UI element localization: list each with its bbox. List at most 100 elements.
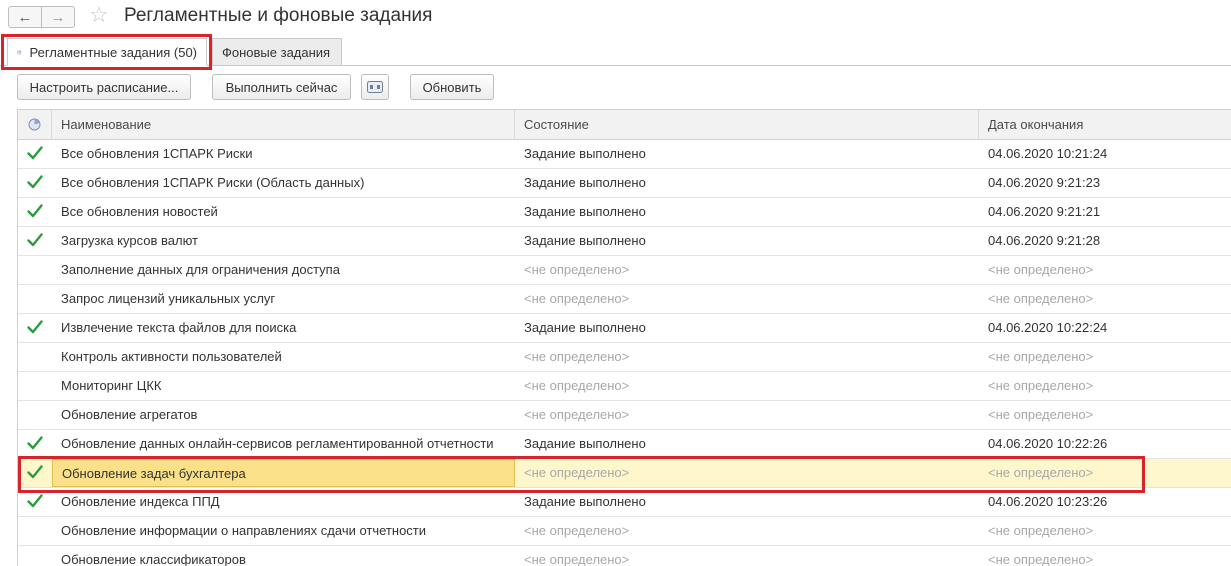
row-state-cell[interactable]: Задание выполнено — [515, 314, 979, 342]
row-state-cell[interactable]: <не определено> — [515, 401, 979, 429]
row-status-cell — [18, 401, 52, 429]
tab-label: Фоновые задания — [222, 44, 331, 60]
row-state-cell[interactable]: Задание выполнено — [515, 227, 979, 255]
table-row[interactable]: Запрос лицензий уникальных услуг <не опре… — [18, 285, 1231, 314]
star-icon[interactable]: ☆ — [89, 4, 109, 26]
header-end-date[interactable]: Дата окончания — [979, 110, 1231, 140]
row-status-cell — [18, 285, 52, 313]
header-status-column[interactable] — [18, 110, 52, 140]
row-name-cell[interactable]: Все обновления 1СПАРК Риски (Область дан… — [52, 169, 515, 197]
row-status-cell — [18, 517, 52, 545]
row-state-cell[interactable]: <не определено> — [515, 256, 979, 284]
header-state[interactable]: Состояние — [515, 110, 979, 140]
row-state-cell[interactable]: <не определено> — [515, 285, 979, 313]
row-name-cell[interactable]: Контроль активности пользователей — [52, 343, 515, 371]
clock-globe-icon — [17, 49, 22, 55]
row-end-date-cell[interactable]: 04.06.2020 10:21:24 — [979, 140, 1231, 168]
row-name-cell[interactable]: Обновление информации о направлениях сда… — [52, 517, 515, 545]
row-name-cell[interactable]: Обновление данных онлайн-сервисов реглам… — [52, 430, 515, 458]
checkmark-icon — [27, 204, 43, 218]
table-row[interactable]: Все обновления новостей Задание выполнено… — [18, 198, 1231, 227]
arrow-right-icon: → — [50, 8, 66, 26]
row-status-cell — [18, 459, 52, 487]
row-state-cell[interactable]: Задание выполнено — [515, 140, 979, 168]
table-row[interactable]: Заполнение данных для ограничения доступ… — [18, 256, 1231, 285]
tab-label: Регламентные задания (50) — [29, 44, 197, 60]
row-state-cell[interactable]: Задание выполнено — [515, 198, 979, 226]
table-row[interactable]: Обновление задач бухгалтера <не определен… — [18, 459, 1231, 488]
row-name-cell[interactable]: Обновление классификаторов — [52, 546, 515, 566]
row-end-date-cell[interactable]: <не определено> — [979, 517, 1231, 545]
row-name-cell[interactable]: Все обновления 1СПАРК Риски — [52, 140, 515, 168]
settings-panel-button[interactable] — [361, 74, 389, 100]
arrow-left-icon: ← — [17, 8, 33, 26]
row-end-date-cell[interactable]: 04.06.2020 9:21:28 — [979, 227, 1231, 255]
row-state-cell[interactable]: Задание выполнено — [515, 430, 979, 458]
row-end-date-cell[interactable]: 04.06.2020 10:22:24 — [979, 314, 1231, 342]
header-name[interactable]: Наименование — [52, 110, 515, 140]
checkmark-icon — [27, 233, 43, 247]
table-header: Наименование Состояние Дата окончания — [18, 110, 1231, 140]
row-name-cell[interactable]: Обновление индекса ППД — [52, 488, 515, 516]
row-status-cell — [18, 314, 52, 342]
table-row[interactable]: Все обновления 1СПАРК Риски (Область дан… — [18, 169, 1231, 198]
refresh-button[interactable]: Обновить — [410, 74, 494, 100]
table-row[interactable]: Все обновления 1СПАРК Риски Задание выпол… — [18, 140, 1231, 169]
checkmark-icon — [27, 465, 43, 479]
table-row[interactable]: Обновление индекса ППД Задание выполнено 0… — [18, 488, 1231, 517]
run-now-button[interactable]: Выполнить сейчас — [212, 74, 351, 100]
row-end-date-cell[interactable]: <не определено> — [979, 285, 1231, 313]
row-state-cell[interactable]: <не определено> — [515, 372, 979, 400]
row-name-cell[interactable]: Заполнение данных для ограничения доступ… — [52, 256, 515, 284]
row-end-date-cell[interactable]: 04.06.2020 10:23:26 — [979, 488, 1231, 516]
row-name-cell[interactable]: Извлечение текста файлов для поиска — [52, 314, 515, 342]
table-row[interactable]: Обновление классификаторов <не определено… — [18, 546, 1231, 566]
checkmark-icon — [27, 175, 43, 189]
row-name-cell[interactable]: Все обновления новостей — [52, 198, 515, 226]
row-state-cell[interactable]: <не определено> — [515, 517, 979, 545]
row-end-date-cell[interactable]: <не определено> — [979, 459, 1231, 487]
row-end-date-cell[interactable]: 04.06.2020 9:21:23 — [979, 169, 1231, 197]
table-row[interactable]: Извлечение текста файлов для поиска Задан… — [18, 314, 1231, 343]
back-button[interactable]: ← — [8, 6, 42, 28]
row-status-cell — [18, 372, 52, 400]
table-row[interactable]: Контроль активности пользователей <не опр… — [18, 343, 1231, 372]
checkmark-icon — [27, 494, 43, 508]
row-end-date-cell[interactable]: <не определено> — [979, 546, 1231, 566]
tab-background-jobs[interactable]: Фоновые задания — [212, 38, 342, 66]
row-state-cell[interactable]: <не определено> — [515, 343, 979, 371]
checkmark-icon — [27, 320, 43, 334]
configure-schedule-button[interactable]: Настроить расписание... — [17, 74, 191, 100]
row-end-date-cell[interactable]: 04.06.2020 10:22:26 — [979, 430, 1231, 458]
row-name-cell[interactable]: Мониторинг ЦКК — [52, 372, 515, 400]
row-end-date-cell[interactable]: 04.06.2020 9:21:21 — [979, 198, 1231, 226]
row-end-date-cell[interactable]: <не определено> — [979, 256, 1231, 284]
row-status-cell — [18, 546, 52, 566]
row-status-cell — [18, 256, 52, 284]
row-state-cell[interactable]: <не определено> — [515, 459, 979, 487]
row-end-date-cell[interactable]: <не определено> — [979, 372, 1231, 400]
row-end-date-cell[interactable]: <не определено> — [979, 343, 1231, 371]
row-state-cell[interactable]: <не определено> — [515, 546, 979, 566]
table-row[interactable]: Обновление информации о направлениях сда… — [18, 517, 1231, 546]
row-state-cell[interactable]: Задание выполнено — [515, 488, 979, 516]
tab-scheduled-jobs[interactable]: Регламентные задания (50) — [7, 38, 207, 66]
row-name-cell[interactable]: Обновление агрегатов — [52, 401, 515, 429]
row-name-cell[interactable]: Загрузка курсов валют — [52, 227, 515, 255]
table-row[interactable]: Мониторинг ЦКК <не определено> <не определ… — [18, 372, 1231, 401]
jobs-table[interactable]: Наименование Состояние Дата окончания Вс… — [17, 109, 1231, 566]
clock-globe-icon — [28, 118, 41, 131]
row-status-cell — [18, 227, 52, 255]
table-row[interactable]: Загрузка курсов валют Задание выполнено 04… — [18, 227, 1231, 256]
table-row[interactable]: Обновление агрегатов <не определено> <не о… — [18, 401, 1231, 430]
page-title: Регламентные и фоновые задания — [124, 5, 433, 26]
forward-button[interactable]: → — [41, 6, 75, 28]
row-state-cell[interactable]: Задание выполнено — [515, 169, 979, 197]
row-name-cell[interactable]: Обновление задач бухгалтера — [52, 459, 515, 487]
checkmark-icon — [27, 436, 43, 450]
settings-panel-icon — [367, 81, 383, 93]
row-status-cell — [18, 430, 52, 458]
row-name-cell[interactable]: Запрос лицензий уникальных услуг — [52, 285, 515, 313]
row-end-date-cell[interactable]: <не определено> — [979, 401, 1231, 429]
table-row[interactable]: Обновление данных онлайн-сервисов реглам… — [18, 430, 1231, 459]
